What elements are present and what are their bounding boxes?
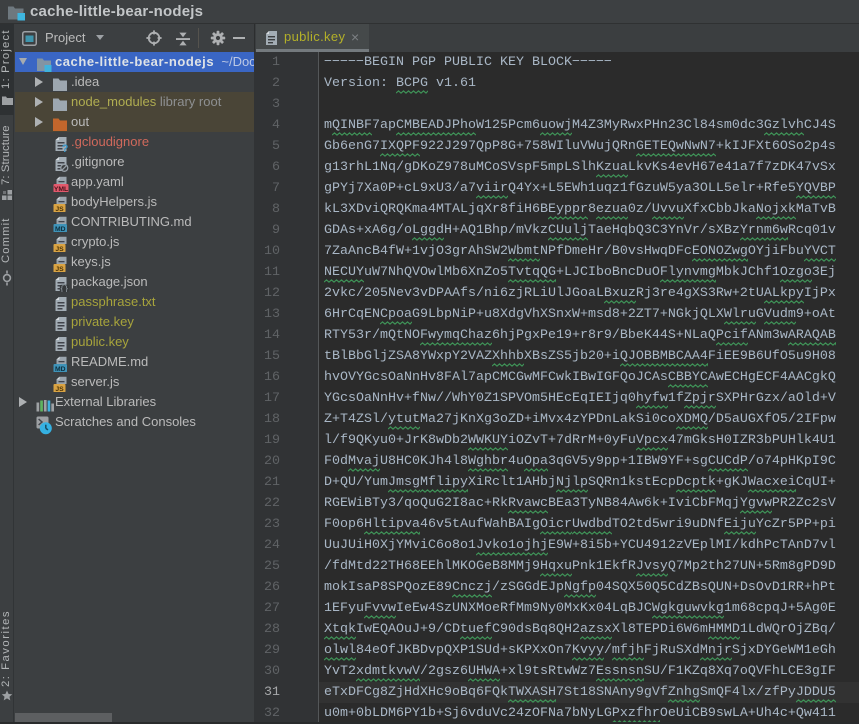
svg-text:?: ? xyxy=(62,143,69,152)
